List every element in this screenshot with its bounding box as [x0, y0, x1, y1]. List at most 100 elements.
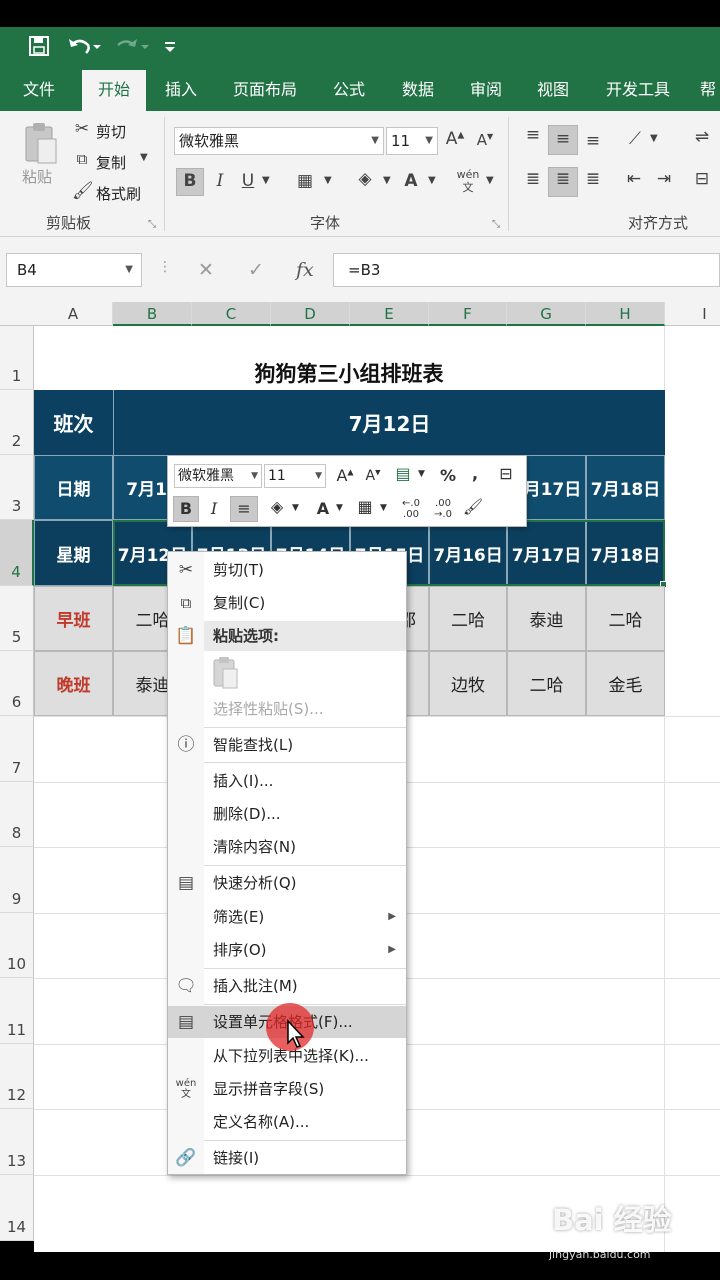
phonetic-guide-icon[interactable]: wén 文 — [452, 168, 484, 194]
mini-italic-button[interactable]: I — [202, 499, 226, 518]
tab-file[interactable]: 文件 — [8, 70, 70, 111]
decrease-decimal-icon[interactable]: .00 →.0 — [428, 498, 458, 520]
row-header-9[interactable]: 9 — [0, 847, 34, 913]
row-header-7[interactable]: 7 — [0, 716, 34, 782]
row-header-13[interactable]: 13 — [0, 1109, 34, 1175]
menu-item-clear-contents[interactable]: 清除内容(N) — [168, 831, 406, 863]
orientation-dropdown-icon[interactable]: ▼ — [650, 133, 658, 144]
column-header-e[interactable]: E — [350, 302, 429, 326]
name-box[interactable]: B4 ▼ — [6, 253, 142, 287]
mini-borders-dropdown-icon[interactable]: ▼ — [380, 503, 387, 513]
mini-increase-font-icon[interactable]: A▲ — [334, 466, 356, 485]
paste-label[interactable]: 粘贴 — [22, 166, 52, 187]
italic-button[interactable]: I — [208, 171, 232, 191]
row-header-2[interactable]: 2 — [0, 390, 34, 455]
menu-item-smart-lookup[interactable]: ⓘ 智能查找(L) — [168, 729, 406, 761]
row-header-3[interactable]: 3 — [0, 455, 34, 520]
copy-label[interactable]: 复制 — [96, 152, 126, 173]
mini-format-painter-icon[interactable]: 🖌 — [460, 497, 486, 516]
column-header-h[interactable]: H — [586, 302, 665, 326]
mini-font-name-combo[interactable]: 微软雅黑 ▼ — [174, 464, 262, 488]
tab-data[interactable]: 数据 — [389, 70, 447, 111]
menu-item-insert[interactable]: 插入(I)... — [168, 765, 406, 797]
row-label-weekday[interactable]: 星期 — [34, 520, 113, 586]
format-painter-label[interactable]: 格式刷 — [96, 183, 141, 204]
mini-font-size-combo[interactable]: 11 ▼ — [264, 464, 326, 488]
column-header-b[interactable]: B — [113, 302, 192, 326]
menu-item-quick-analysis[interactable]: ▤ 快速分析(Q) — [168, 867, 406, 899]
shift-header-cell[interactable]: 班次 — [34, 390, 113, 455]
menu-item-link[interactable]: 🔗 链接(I) — [168, 1142, 406, 1174]
row-header-8[interactable]: 8 — [0, 782, 34, 847]
increase-decimal-icon[interactable]: ←.0.00 — [396, 498, 426, 520]
menu-item-delete[interactable]: 删除(D)... — [168, 798, 406, 830]
copy-icon[interactable]: ⧉ — [72, 150, 92, 168]
row-header-6[interactable]: 6 — [0, 651, 34, 716]
cut-icon[interactable]: ✂ — [72, 119, 92, 139]
align-top-icon[interactable]: ≡ — [520, 125, 546, 145]
row-header-11[interactable]: 11 — [0, 978, 34, 1044]
font-launcher-icon[interactable]: ⤡ — [492, 219, 500, 230]
mini-decrease-font-icon[interactable]: A▼ — [362, 468, 384, 484]
menu-item-phonetic[interactable]: wén 文 显示拼音字段(S) — [168, 1073, 406, 1105]
date-cell-h3[interactable]: 7月18日 — [586, 455, 665, 520]
mini-bold-button[interactable]: B — [173, 499, 199, 518]
tab-developer[interactable]: 开发工具 — [594, 70, 682, 111]
increase-font-icon[interactable]: A▲ — [444, 129, 466, 149]
row-label-morning[interactable]: 早班 — [34, 586, 113, 651]
column-header-d[interactable]: D — [271, 302, 350, 326]
insert-function-icon[interactable]: fx — [296, 259, 314, 281]
tab-formulas[interactable]: 公式 — [320, 70, 378, 111]
mini-fill-dropdown-icon[interactable]: ▼ — [292, 503, 299, 513]
menu-item-cut[interactable]: ✂ 剪切(T) — [168, 554, 406, 586]
menu-item-define-name[interactable]: 定义名称(A)... — [168, 1106, 406, 1138]
morning-cell-f5[interactable]: 二哈 — [429, 586, 507, 651]
decrease-indent-icon[interactable]: ⇤ — [620, 169, 648, 189]
save-icon[interactable] — [26, 35, 52, 61]
menu-item-filter[interactable]: 筛选(E) ▶ — [168, 901, 406, 933]
redo-icon[interactable] — [112, 35, 152, 61]
mini-format-table-icon[interactable]: ⊟ — [494, 464, 518, 483]
bold-button[interactable]: B — [176, 171, 204, 191]
table-title[interactable]: 狗狗第三小组排班表 — [34, 356, 664, 390]
column-header-g[interactable]: G — [507, 302, 586, 326]
cut-label[interactable]: 剪切 — [96, 121, 126, 142]
increase-indent-icon[interactable]: ⇥ — [650, 169, 678, 189]
borders-icon[interactable]: ▦ — [292, 171, 318, 191]
align-center-icon[interactable]: ≣ — [550, 169, 576, 189]
morning-cell-g5[interactable]: 泰迪 — [507, 586, 586, 651]
format-painter-icon[interactable]: 🖌 — [72, 181, 94, 201]
mini-cell-styles-icon[interactable]: ▤ — [390, 464, 416, 483]
column-header-a[interactable]: A — [34, 302, 113, 326]
copy-dropdown-icon[interactable]: ▼ — [140, 152, 148, 163]
comma-style-button[interactable]: , — [466, 464, 484, 483]
menu-item-paste-special[interactable]: 选择性粘贴(S)... — [168, 693, 406, 725]
cancel-icon[interactable]: ✕ — [198, 259, 214, 281]
tab-view[interactable]: 视图 — [524, 70, 582, 111]
column-header-c[interactable]: C — [192, 302, 271, 326]
menu-item-copy[interactable]: ⧉ 复制(C) — [168, 587, 406, 619]
tab-help[interactable]: 帮 — [700, 70, 720, 111]
merge-center-icon[interactable]: ⊟ — [690, 169, 714, 189]
row-header-10[interactable]: 10 — [0, 913, 34, 978]
row-header-14[interactable]: 14 — [0, 1175, 34, 1241]
phonetic-dropdown-icon[interactable]: ▼ — [486, 175, 494, 186]
percent-style-button[interactable]: % — [436, 466, 460, 485]
underline-button[interactable]: U — [236, 171, 260, 191]
row-label-evening[interactable]: 晚班 — [34, 651, 113, 716]
row-header-5[interactable]: 5 — [0, 586, 34, 651]
align-left-icon[interactable]: ≣ — [520, 169, 546, 189]
orientation-icon[interactable]: ⟋ — [622, 129, 648, 149]
font-color-dropdown-icon[interactable]: ▼ — [428, 175, 436, 186]
fill-color-icon[interactable]: ◈ — [352, 169, 378, 189]
column-header-f[interactable]: F — [429, 302, 507, 326]
paste-icon[interactable] — [22, 121, 58, 165]
borders-dropdown-icon[interactable]: ▼ — [324, 175, 332, 186]
tab-insert[interactable]: 插入 — [152, 70, 210, 111]
font-color-icon[interactable]: A — [400, 171, 422, 191]
align-bottom-icon[interactable]: ≡ — [580, 131, 606, 151]
font-size-combo[interactable]: 11 ▼ — [386, 127, 438, 155]
column-header-i[interactable]: I — [665, 302, 720, 326]
row-header-1[interactable]: 1 — [0, 326, 34, 390]
evening-cell-g6[interactable]: 二哈 — [507, 651, 586, 716]
